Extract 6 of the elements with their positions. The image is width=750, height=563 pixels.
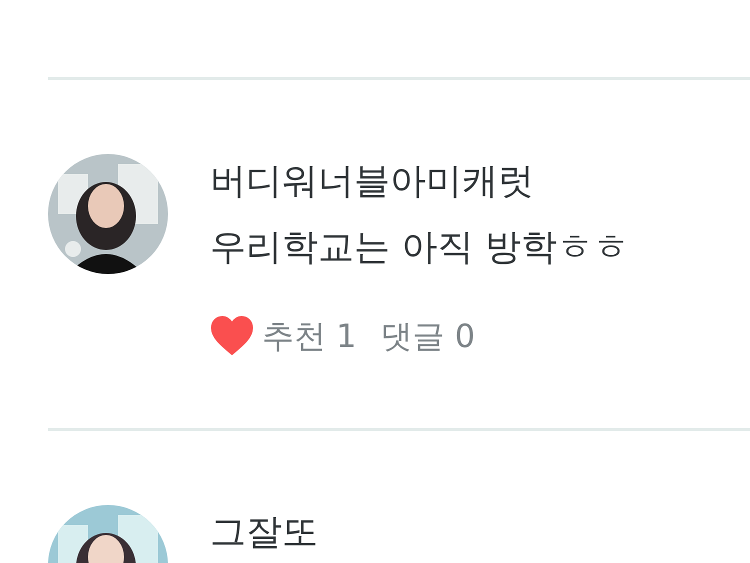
like-count[interactable]: 추천 1 <box>262 314 357 358</box>
comment-count[interactable]: 댓글 0 <box>380 314 476 358</box>
author-name: 버디워너블아미캐럿 <box>210 160 535 204</box>
author-name: 그잘또 <box>210 511 318 555</box>
heart-icon[interactable] <box>210 316 254 356</box>
comment-text: 우리학교는 아직 방학ㅎㅎ <box>210 226 629 270</box>
